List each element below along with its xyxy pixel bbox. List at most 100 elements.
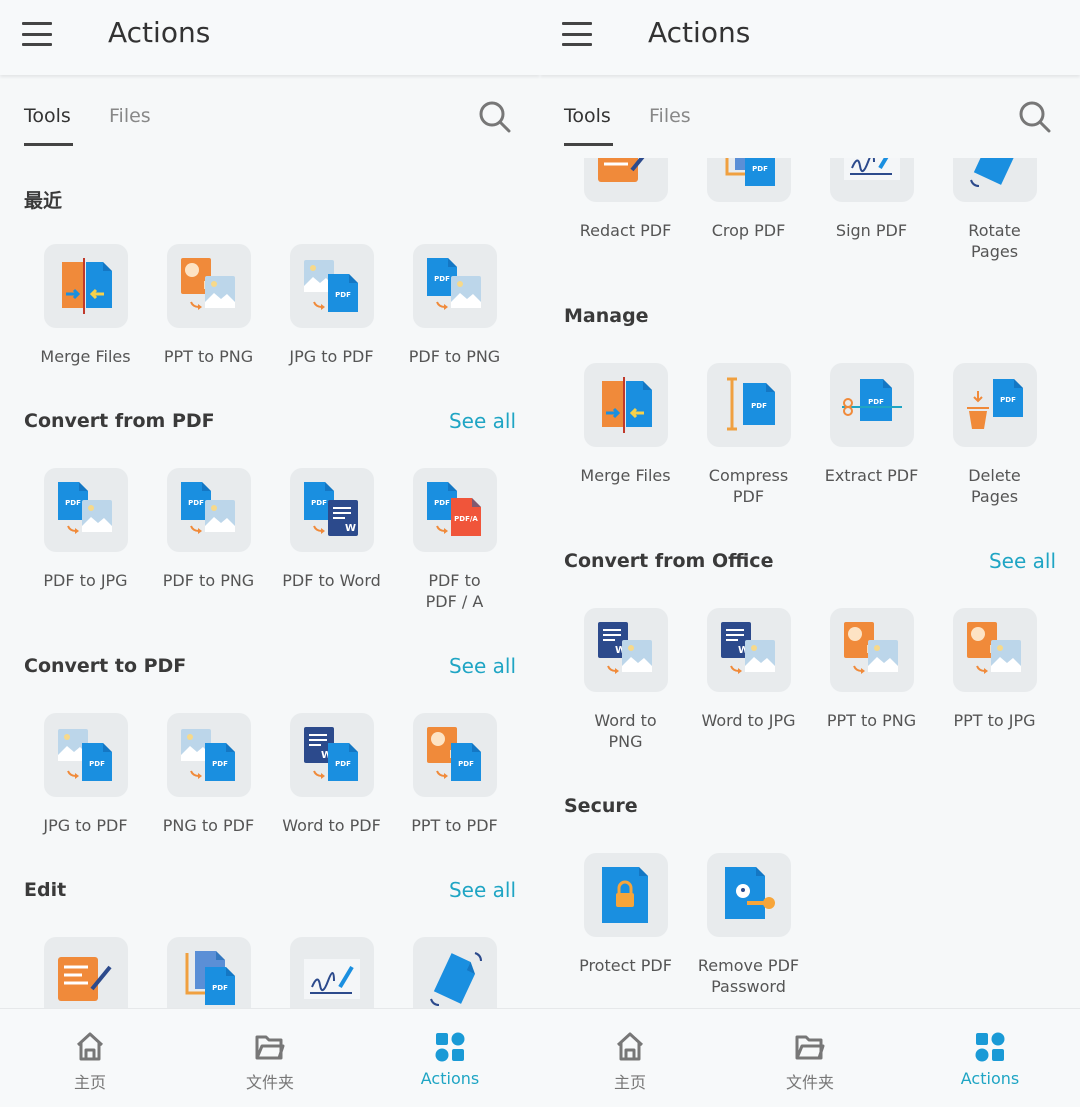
tool-crop-pdf[interactable]: PDF Crop PDF (147, 937, 270, 1008)
tool-word-to-jpg[interactable]: W Word to JPG (687, 608, 810, 752)
ppt-img-icon: P (166, 244, 251, 328)
pdf-img-icon: PDF (43, 468, 128, 552)
section-header: Convert from Office See all (564, 542, 1056, 582)
svg-text:W: W (345, 523, 356, 534)
tool-jpg-to-pdf[interactable]: PDF JPG to PDF (24, 713, 147, 836)
tool-grid: W Word to PNG W Word to JPG P PPT to PNG… (564, 608, 1080, 752)
tool-label: Word to PDF (282, 816, 381, 835)
bottom-nav: 主页 文件夹 Actions (0, 1008, 540, 1107)
compress-icon: PDF (706, 363, 791, 447)
tool-label: Delete Pages (968, 466, 1021, 506)
page-title: Actions (108, 16, 211, 49)
tool-label: PDF to PNG (408, 347, 501, 366)
tab-files[interactable]: Files (109, 105, 151, 127)
tool-delete-pages[interactable]: PDF Delete Pages (933, 363, 1056, 507)
merge-icon (43, 244, 128, 328)
tool-protect-pdf[interactable]: Protect PDF (564, 853, 687, 997)
tool-merge-files[interactable]: Merge Files (24, 244, 147, 367)
tool-label: Compress PDF (708, 466, 789, 506)
tool-grid: Redact PDF PDF Crop PDF Sign PDF Rotate … (24, 937, 540, 1008)
tool-pdf-to-word[interactable]: PDF W PDF to Word (270, 468, 393, 612)
app-header: Actions (0, 0, 540, 75)
svg-text:PDF: PDF (434, 275, 450, 283)
menu-icon[interactable] (22, 22, 52, 46)
app-header: Actions (540, 0, 1080, 75)
tool-rotate-pages[interactable]: Rotate Pages (933, 158, 1056, 262)
nav-label: 文件夹 (245, 1073, 294, 1092)
tool-pdf-to-pdf-a[interactable]: PDF PDF/A PDF to PDF / A (393, 468, 516, 612)
tab-bar: Tools Files (0, 75, 540, 158)
tools-list[interactable]: Redact PDF PDF Crop PDF Sign PDF Rotate … (540, 158, 1080, 1008)
word-pdf-icon: W PDF (289, 713, 374, 797)
tab-tools[interactable]: Tools (24, 105, 71, 127)
tool-label: PPT to PNG (826, 711, 917, 730)
tool-word-to-pdf[interactable]: W PDF Word to PDF (270, 713, 393, 836)
tools-list[interactable]: 最近 Merge Files P PPT to PNG PDF JPG to P… (0, 158, 540, 1008)
menu-icon[interactable] (562, 22, 592, 46)
tool-word-to-png[interactable]: W Word to PNG (564, 608, 687, 752)
section-header: Secure (564, 787, 1056, 827)
nav-label: Actions (420, 1069, 480, 1088)
tool-redact-pdf[interactable]: Redact PDF (564, 158, 687, 262)
section-title: Convert to PDF (24, 655, 187, 677)
tool-sign-pdf[interactable]: Sign PDF (270, 937, 393, 1008)
section-title: Secure (564, 795, 638, 817)
tool-pdf-to-png[interactable]: PDF PDF to PNG (147, 468, 270, 612)
section-title: Manage (564, 305, 649, 327)
see-all-link[interactable]: See all (989, 549, 1056, 573)
see-all-link[interactable]: See all (449, 409, 516, 433)
tool-pdf-to-jpg[interactable]: PDF PDF to JPG (24, 468, 147, 612)
tool-ppt-to-jpg[interactable]: P PPT to JPG (933, 608, 1056, 752)
tab-tools[interactable]: Tools (564, 105, 611, 127)
ppt-img-icon: P (829, 608, 914, 692)
remove-password-icon (706, 853, 791, 937)
tool-label: PDF to JPG (43, 571, 128, 590)
nav-label: Actions (960, 1069, 1020, 1088)
tool-crop-pdf[interactable]: PDF Crop PDF (687, 158, 810, 262)
nav-folder[interactable]: 文件夹 (180, 1009, 360, 1107)
section-header: Convert from PDF See all (24, 402, 516, 442)
tool-label: PPT to PNG (163, 347, 254, 366)
svg-text:PDF: PDF (458, 760, 474, 768)
svg-text:PDF: PDF (868, 398, 884, 406)
see-all-link[interactable]: See all (449, 654, 516, 678)
tool-extract-pdf[interactable]: PDF Extract PDF (810, 363, 933, 507)
nav-actions-grid[interactable]: Actions (900, 1009, 1080, 1107)
tool-pdf-to-png[interactable]: PDF PDF to PNG (393, 244, 516, 367)
section-title: Convert from Office (564, 550, 774, 572)
tool-ppt-to-png[interactable]: P PPT to PNG (810, 608, 933, 752)
tool-remove-pdf-password[interactable]: Remove PDF Password (687, 853, 810, 997)
tool-ppt-to-png[interactable]: P PPT to PNG (147, 244, 270, 367)
tool-label: PNG to PDF (162, 816, 255, 835)
nav-home[interactable]: 主页 (540, 1009, 720, 1107)
tool-compress-pdf[interactable]: PDF Compress PDF (687, 363, 810, 507)
tool-png-to-pdf[interactable]: PDF PNG to PDF (147, 713, 270, 836)
tool-merge-files[interactable]: Merge Files (564, 363, 687, 507)
search-icon[interactable] (478, 100, 512, 134)
nav-label: 主页 (613, 1073, 646, 1092)
nav-folder[interactable]: 文件夹 (720, 1009, 900, 1107)
tool-jpg-to-pdf[interactable]: PDF JPG to PDF (270, 244, 393, 367)
svg-text:PDF: PDF (212, 760, 228, 768)
rotate-icon (412, 937, 497, 1008)
crop-icon: PDF (166, 937, 251, 1008)
tool-redact-pdf[interactable]: Redact PDF (24, 937, 147, 1008)
nav-actions-grid[interactable]: Actions (360, 1009, 540, 1107)
svg-text:PDF: PDF (335, 760, 351, 768)
section-convert-from-office: Convert from Office See all W Word to PN… (540, 542, 1080, 752)
tool-label: Word to JPG (701, 711, 796, 730)
img-pdf-icon: PDF (166, 713, 251, 797)
nav-label: 文件夹 (785, 1073, 834, 1092)
folder-icon (255, 1035, 285, 1060)
section-convert-from-pdf: Convert from PDF See all PDF PDF to JPG … (0, 402, 540, 612)
tool-sign-pdf[interactable]: Sign PDF (810, 158, 933, 262)
svg-text:PDF: PDF (188, 499, 204, 507)
svg-text:PDF: PDF (212, 984, 228, 992)
see-all-link[interactable]: See all (449, 878, 516, 902)
sign-icon (289, 937, 374, 1008)
search-icon[interactable] (1018, 100, 1052, 134)
tool-ppt-to-pdf[interactable]: PPDF PPT to PDF (393, 713, 516, 836)
tab-files[interactable]: Files (649, 105, 691, 127)
tool-rotate-pages[interactable]: Rotate Pages (393, 937, 516, 1008)
nav-home[interactable]: 主页 (0, 1009, 180, 1107)
